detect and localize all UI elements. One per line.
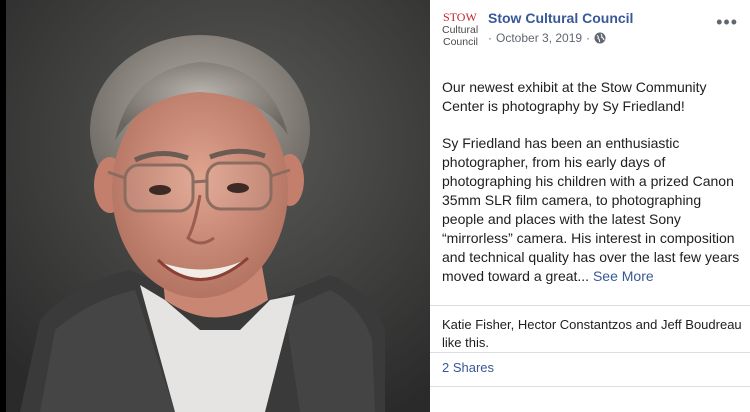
meta-separator: · (586, 31, 591, 45)
post-paragraph-2-text: Sy Friedland has been an enthusiastic ph… (442, 135, 740, 284)
post-paragraph-1: Our newest exhibit at the Stow Community… (442, 79, 707, 114)
post-paragraph-2: Sy Friedland has been an enthusiastic ph… (442, 134, 744, 286)
logo-line-2: Cultural (442, 24, 478, 36)
more-options-icon[interactable]: ••• (716, 12, 738, 33)
divider (430, 352, 750, 353)
post-date-link[interactable]: October 3, 2019 (496, 31, 582, 45)
page-name-link[interactable]: Stow Cultural Council (488, 10, 633, 26)
divider (430, 305, 750, 306)
meta-separator: · (488, 31, 492, 45)
post-header: STOW Cultural Council Stow Cultural Coun… (442, 8, 740, 48)
logo-line-1: STOW (443, 10, 477, 24)
portrait-image (0, 0, 430, 412)
post-photo[interactable] (0, 0, 430, 412)
post-meta: · October 3, 2019 · (488, 31, 606, 45)
logo-line-3: Council (443, 36, 478, 48)
shares-link[interactable]: 2 Shares (442, 360, 494, 375)
post-text: Our newest exhibit at the Stow Community… (442, 78, 744, 304)
post-lightbox: STOW Cultural Council Stow Cultural Coun… (0, 0, 750, 412)
see-more-link[interactable]: See More (593, 268, 654, 284)
post-sidebar: STOW Cultural Council Stow Cultural Coun… (430, 0, 750, 412)
divider (430, 386, 750, 387)
globe-icon[interactable] (594, 32, 606, 44)
likes-summary[interactable]: Katie Fisher, Hector Constantzos and Jef… (442, 316, 742, 352)
page-logo[interactable]: STOW Cultural Council (442, 10, 480, 48)
